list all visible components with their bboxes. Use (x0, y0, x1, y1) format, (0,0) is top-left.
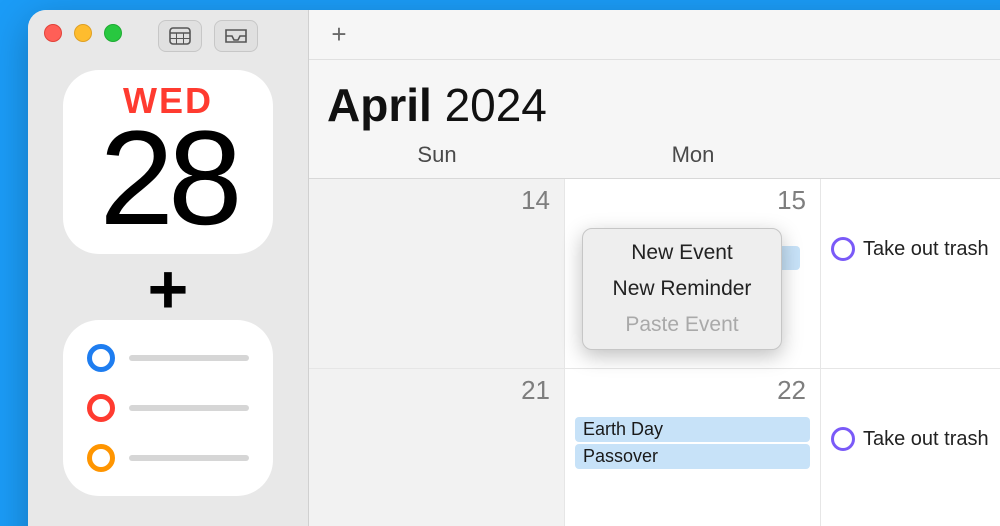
reminder-icon-row (87, 344, 249, 372)
inbox-icon (224, 28, 248, 44)
close-window-button[interactable] (44, 24, 62, 42)
reminder-icon-row (87, 394, 249, 422)
menu-new-event[interactable]: New Event (583, 235, 781, 271)
date-number: 15 (777, 185, 806, 216)
line-icon (129, 355, 249, 361)
circle-icon (87, 444, 115, 472)
circle-icon (87, 394, 115, 422)
month-name: April (327, 79, 432, 131)
inbox-button[interactable] (214, 20, 258, 52)
day-cell[interactable]: Take out trash (821, 179, 1000, 369)
sidebar-toolbar (158, 20, 258, 52)
dow-tue (821, 136, 1000, 178)
line-icon (129, 455, 249, 461)
minimize-window-button[interactable] (74, 24, 92, 42)
date-number: 22 (777, 375, 806, 406)
event-pill[interactable]: Earth Day (575, 417, 810, 442)
reminder-item[interactable]: Take out trash (831, 427, 1000, 451)
reminder-title: Take out trash (863, 428, 989, 451)
day-cell[interactable]: 14 (309, 179, 565, 369)
month-header: April 2024 (309, 60, 1000, 136)
menu-new-reminder[interactable]: New Reminder (583, 271, 781, 307)
context-menu: New Event New Reminder Paste Event (582, 228, 782, 350)
event-pill[interactable]: Passover (575, 444, 810, 469)
reminder-item[interactable]: Take out trash (831, 237, 1000, 261)
fullscreen-window-button[interactable] (104, 24, 122, 42)
calendar-view-button[interactable] (158, 20, 202, 52)
window-controls (44, 24, 122, 42)
circle-icon (87, 344, 115, 372)
calendar-grid-icon (169, 27, 191, 45)
date-number: 14 (521, 185, 550, 216)
reminder-ring-icon[interactable] (831, 427, 855, 451)
calendar-app-icon: WED 28 (63, 70, 273, 254)
day-of-week-row: Sun Mon (309, 136, 1000, 179)
day-cell[interactable]: 21 (309, 369, 565, 526)
year: 2024 (445, 79, 547, 131)
menu-paste-event: Paste Event (583, 307, 781, 343)
dow-sun: Sun (309, 136, 565, 178)
day-cell[interactable]: 22 Earth Day Passover (565, 369, 821, 526)
date-number: 21 (521, 375, 550, 406)
plus-icon: + (148, 268, 189, 310)
day-cell[interactable]: Take out trash (821, 369, 1000, 526)
reminder-icon-row (87, 444, 249, 472)
reminder-ring-icon[interactable] (831, 237, 855, 261)
line-icon (129, 405, 249, 411)
month-title: April 2024 (327, 78, 1000, 132)
reminders-app-icon (63, 320, 273, 496)
reminder-title: Take out trash (863, 238, 989, 261)
widget-stack: WED 28 + (28, 62, 308, 504)
toolbar: + (309, 10, 1000, 60)
app-window: WED 28 + + (28, 10, 1000, 526)
sidebar: WED 28 + (28, 10, 308, 526)
new-event-button[interactable]: + (323, 19, 355, 51)
calendar-icon-day: 28 (99, 112, 236, 246)
dow-mon: Mon (565, 136, 821, 178)
